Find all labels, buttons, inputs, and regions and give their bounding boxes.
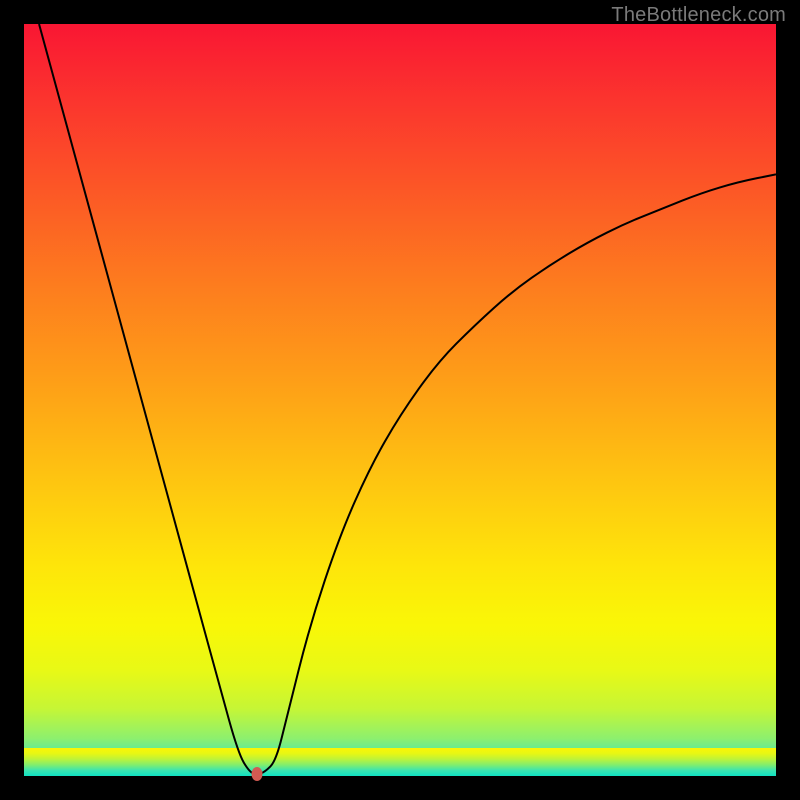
watermark-text: TheBottleneck.com [611,4,786,27]
chart-curve [24,24,776,776]
bottleneck-curve-path [39,24,776,774]
optimal-point-marker [252,767,263,781]
chart-frame [24,24,776,776]
